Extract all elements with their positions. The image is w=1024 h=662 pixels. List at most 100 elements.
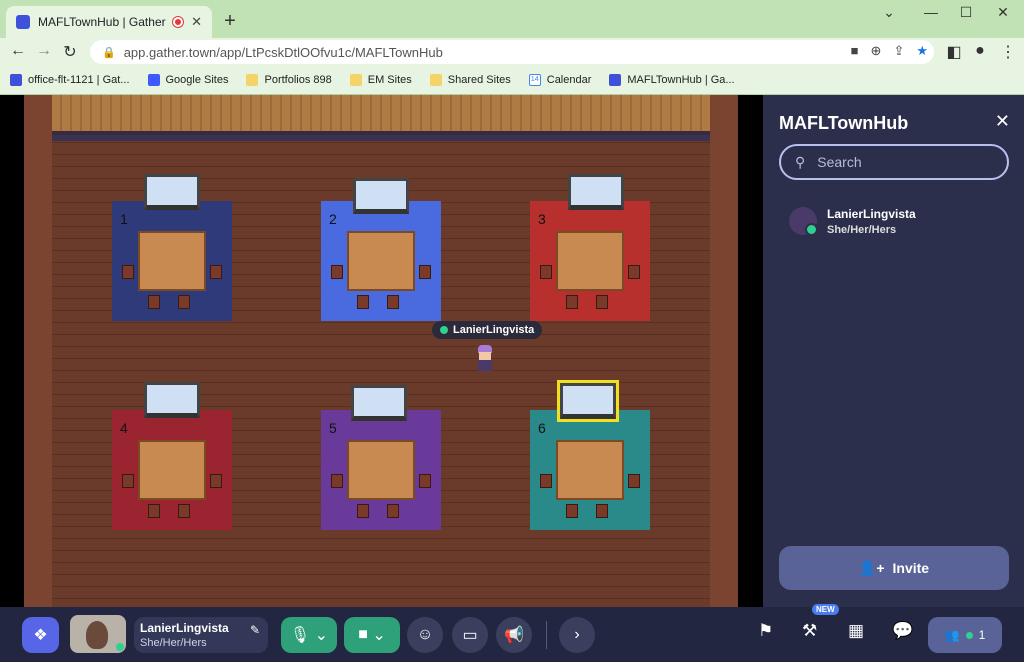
bookmark-item[interactable]: Portfolios 898 [246, 74, 332, 86]
edit-icon[interactable]: ✎ [250, 623, 260, 637]
browser-chrome: MAFLTownHub | Gather ✕ + ⌄ — ☐ ✕ ← → ↻ 🔒… [0, 0, 1024, 95]
address-bar[interactable]: 🔒 app.gather.town/app/LtPcskDtlOOfvu1c/M… [90, 40, 934, 64]
whiteboard-6-selected[interactable] [557, 380, 619, 422]
grapes-logo-icon: ❖ [33, 627, 48, 644]
bookmark-label: Calendar [546, 74, 592, 86]
avatar [789, 207, 818, 236]
back-button[interactable]: ← [8, 42, 28, 60]
chair [628, 474, 640, 488]
bookmark-item[interactable]: office-flt-1121 | Gat... [10, 74, 130, 86]
calendar-icon[interactable]: ▦ [848, 621, 864, 641]
chat-icon[interactable]: 💬 [892, 621, 913, 641]
search-placeholder: Search [817, 154, 862, 170]
screen-share-button[interactable]: ▭ [452, 617, 488, 653]
chair [178, 504, 190, 518]
emote-button[interactable]: ☺ [407, 617, 443, 653]
gather-favicon-icon [16, 15, 30, 29]
table [138, 440, 206, 500]
close-tab-icon[interactable]: ✕ [191, 14, 202, 30]
minimize-button[interactable]: — [916, 4, 946, 20]
whiteboard-3[interactable] [568, 174, 624, 210]
camera-button[interactable]: ■ ⌄ [344, 617, 400, 653]
zoom-icon[interactable]: ⊕ [871, 43, 882, 59]
bookmark-label: Google Sites [165, 74, 229, 86]
bookmark-item[interactable]: MAFLTownHub | Ga... [609, 74, 735, 86]
whiteboard-5[interactable] [351, 385, 407, 421]
camera-icon: ■ [358, 626, 368, 643]
game-canvas[interactable]: 1 2 3 4 5 6 LanierLingvista [0, 95, 763, 607]
side-panel-icon[interactable]: ◧ [944, 42, 964, 62]
share-icon[interactable]: ⇪ [893, 43, 904, 59]
browser-tab[interactable]: MAFLTownHub | Gather ✕ [6, 6, 212, 38]
chair [596, 504, 608, 518]
whiteboard-2[interactable] [353, 178, 409, 214]
zone-number: 1 [120, 211, 128, 227]
gather-menu-button[interactable]: ❖ [22, 617, 59, 653]
chair [540, 265, 552, 279]
table [556, 231, 624, 291]
people-count: 1 [978, 628, 986, 642]
invite-label: Invite [892, 560, 930, 576]
camera-permission-icon[interactable]: ■ [851, 43, 859, 59]
self-profile-button[interactable]: LanierLingvista She/Her/Hers ✎ [134, 617, 268, 653]
reload-button[interactable]: ↻ [60, 42, 80, 62]
collapse-icon[interactable]: ⌄ [874, 4, 904, 21]
rug-zone-1[interactable]: 1 [112, 201, 232, 321]
participants-panel: MAFLTownHub ✕ ⚲ Search LanierLingvista S… [763, 95, 1024, 607]
participant-pronouns: She/Her/Hers [827, 224, 897, 236]
chevron-down-icon[interactable]: ⌄ [315, 625, 328, 645]
smiley-icon: ☺ [416, 626, 434, 643]
monitor-icon: ▭ [462, 627, 478, 644]
rug-zone-4[interactable]: 4 [112, 410, 232, 530]
self-video-preview[interactable] [70, 615, 126, 653]
chair [148, 504, 160, 518]
zone-number: 4 [120, 420, 128, 436]
status-dot-icon [440, 326, 448, 334]
megaphone-button[interactable]: 📢 [496, 617, 532, 653]
rug-zone-2[interactable]: 2 [321, 201, 441, 321]
participants-button[interactable]: 👥 1 [928, 617, 1002, 653]
gather-icon [10, 74, 22, 86]
chair [566, 504, 578, 518]
brick-wall [52, 95, 710, 135]
rug-zone-3[interactable]: 3 [530, 201, 650, 321]
maximize-button[interactable]: ☐ [951, 4, 981, 21]
search-input[interactable]: ⚲ Search [779, 144, 1009, 180]
profile-icon[interactable]: ● [970, 42, 990, 60]
table [556, 440, 624, 500]
build-hammer-icon[interactable]: ⚒ [802, 621, 817, 641]
window-close-button[interactable]: ✕ [988, 4, 1018, 21]
rug-zone-5[interactable]: 5 [321, 410, 441, 530]
browser-toolbar: ← → ↻ 🔒 app.gather.town/app/LtPcskDtlOOf… [0, 38, 1024, 66]
new-tab-button[interactable]: + [220, 10, 240, 33]
left-wall [24, 95, 52, 607]
self-name: LanierLingvista [140, 621, 229, 635]
player-name: LanierLingvista [453, 324, 535, 336]
participant-item[interactable]: LanierLingvista She/Her/Hers [789, 207, 916, 236]
close-panel-icon[interactable]: ✕ [995, 111, 1010, 132]
chevron-down-icon[interactable]: ⌄ [372, 625, 385, 645]
bookmark-star-icon[interactable]: ★ [916, 43, 928, 59]
rug-zone-6[interactable]: 6 [530, 410, 650, 530]
bookmark-item[interactable]: Google Sites [147, 74, 229, 86]
whiteboard-4[interactable] [144, 382, 200, 418]
microphone-button[interactable]: 🎙 ⌄ [281, 617, 337, 653]
new-badge: NEW [812, 604, 839, 615]
chair [210, 474, 222, 488]
chair [357, 504, 369, 518]
chair [357, 295, 369, 309]
expand-button[interactable]: › [559, 617, 595, 653]
tab-title: MAFLTownHub | Gather [38, 15, 166, 29]
online-dot-icon [965, 631, 973, 639]
invite-button[interactable]: 👤+ Invite [779, 546, 1009, 590]
chair [178, 295, 190, 309]
bookmark-item[interactable]: EM Sites [349, 74, 412, 86]
add-user-icon: 👤+ [858, 559, 885, 576]
player-avatar[interactable] [476, 345, 494, 371]
menu-icon[interactable]: ⋮ [998, 42, 1018, 62]
bookmark-item[interactable]: 14 Calendar [528, 74, 592, 86]
signpost-icon[interactable]: ⚑ [758, 621, 773, 641]
bookmark-item[interactable]: Shared Sites [429, 74, 511, 86]
whiteboard-1[interactable] [144, 174, 200, 210]
forward-button[interactable]: → [34, 42, 54, 60]
